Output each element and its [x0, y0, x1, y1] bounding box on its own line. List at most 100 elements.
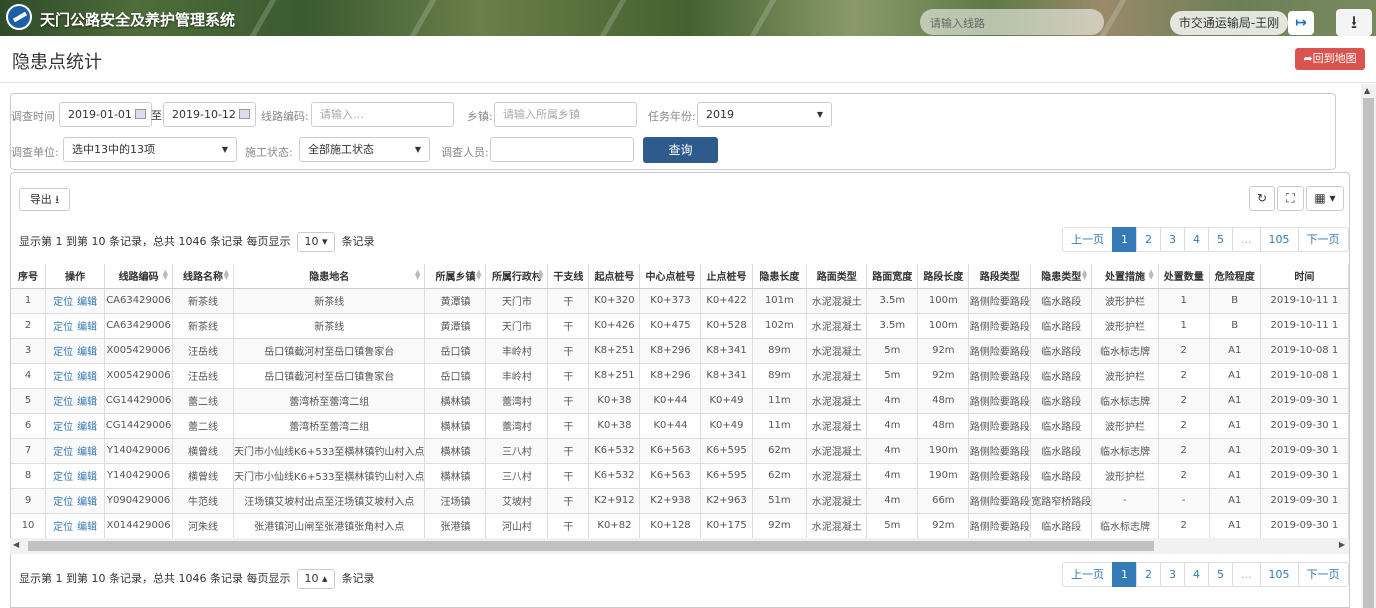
fullscreen-icon[interactable]: ⛶ [1277, 186, 1304, 211]
sort-icon[interactable]: ▲ ▼ [538, 269, 543, 281]
page-2-button[interactable]: 2 [1136, 562, 1161, 587]
column-header[interactable]: 中心点桩号 [639, 264, 702, 289]
calendar-icon[interactable] [239, 109, 250, 119]
date-from-input[interactable]: 2019-01-01 [59, 102, 152, 127]
date-to-input[interactable]: 2019-10-12 [163, 102, 256, 127]
horizontal-scrollbar[interactable]: ◀ ▶ [10, 538, 1349, 554]
sort-icon[interactable]: ▲ ▼ [224, 269, 229, 281]
column-header[interactable]: 止点桩号 [700, 264, 753, 289]
sort-icon[interactable]: ▲ ▼ [1082, 269, 1087, 281]
route-search-input[interactable]: 请输入线路 [920, 9, 1104, 35]
column-header[interactable]: 干支线 [547, 264, 590, 289]
column-header[interactable]: 时间 [1260, 264, 1349, 289]
page-4-button[interactable]: 4 [1184, 562, 1209, 587]
logout-icon[interactable]: ↦ [1288, 11, 1314, 35]
last-page-button[interactable]: 105 [1259, 227, 1299, 252]
refresh-icon[interactable]: ↻ [1249, 186, 1275, 211]
page-5-button[interactable]: 5 [1208, 227, 1233, 252]
next-page-button[interactable]: 下一页 [1297, 227, 1349, 252]
locate-link[interactable]: 定位 [53, 472, 73, 483]
column-header[interactable]: 隐患长度 [752, 264, 808, 289]
route-code-input[interactable]: 请输入... [311, 102, 454, 127]
column-header[interactable]: 所属行政村 ▲ ▼ [485, 264, 549, 289]
column-header[interactable]: 线路名称 ▲ ▼ [172, 264, 235, 289]
page-2-button[interactable]: 2 [1136, 227, 1161, 252]
locate-link[interactable]: 定位 [53, 422, 73, 433]
scroll-up-icon[interactable]: ▲ [1364, 86, 1370, 95]
page-3-button[interactable]: 3 [1160, 227, 1185, 252]
edit-link[interactable]: 编辑 [77, 522, 97, 533]
column-header[interactable]: 路面宽度 [866, 264, 919, 289]
scroll-left-icon[interactable]: ◀ [13, 540, 19, 549]
surveyor-input[interactable] [490, 137, 634, 162]
table-cell: 89m [752, 363, 808, 389]
column-header[interactable]: 隐患地名 ▲ ▼ [233, 264, 426, 289]
locate-link[interactable]: 定位 [53, 297, 73, 308]
edit-link[interactable]: 编辑 [77, 422, 97, 433]
sort-icon[interactable]: ▲ ▼ [476, 269, 481, 281]
sort-icon[interactable]: ▲ ▼ [1148, 269, 1153, 281]
scrollbar-thumb[interactable] [1363, 98, 1374, 608]
table-cell: 岳口镇 [424, 338, 487, 364]
calendar-icon[interactable] [135, 109, 146, 119]
column-header[interactable]: 危险程度 [1209, 264, 1261, 289]
column-header[interactable]: 序号 [11, 264, 47, 289]
construction-select[interactable]: 全部施工状态 ▼ [299, 137, 430, 162]
locate-link[interactable]: 定位 [53, 347, 73, 358]
table-cell: 路侧险要路段 [968, 413, 1032, 439]
download-icon[interactable]: ⭳ [1336, 9, 1372, 36]
locate-link[interactable]: 定位 [53, 497, 73, 508]
user-label[interactable]: 市交通运输局-王刚 [1170, 11, 1288, 35]
page-1-button[interactable]: 1 [1112, 227, 1137, 252]
unit-select[interactable]: 选中13中的13项 ▼ [63, 137, 237, 162]
edit-link[interactable]: 编辑 [77, 497, 97, 508]
column-header[interactable]: 所属乡镇 ▲ ▼ [424, 264, 487, 289]
page-size-select[interactable]: 10 ▾ [296, 232, 335, 252]
table-cell: 1 [1158, 313, 1210, 339]
edit-link[interactable]: 编辑 [77, 322, 97, 333]
edit-link[interactable]: 编辑 [77, 347, 97, 358]
page-size-select[interactable]: 10 ▴ [296, 569, 335, 589]
next-page-button[interactable]: 下一页 [1297, 562, 1349, 587]
page-1-button[interactable]: 1 [1112, 562, 1137, 587]
locate-link[interactable]: 定位 [53, 447, 73, 458]
column-header[interactable]: 处置措施 ▲ ▼ [1091, 264, 1159, 289]
table-cell: 5m [866, 513, 919, 539]
sort-icon[interactable]: ▲ ▼ [163, 269, 168, 281]
locate-link[interactable]: 定位 [53, 372, 73, 383]
page-5-button[interactable]: 5 [1208, 562, 1233, 587]
prev-page-button[interactable]: 上一页 [1062, 562, 1113, 587]
column-header[interactable]: 路段类型 [968, 264, 1032, 289]
column-header[interactable]: 路面类型 [806, 264, 868, 289]
scrollbar-thumb[interactable] [28, 541, 1154, 551]
columns-toggle-button[interactable]: ▦ ▾ [1306, 186, 1344, 211]
scroll-right-icon[interactable]: ▶ [1339, 540, 1345, 549]
column-header[interactable]: 处置数量 [1158, 264, 1210, 289]
column-header[interactable]: 线路编码 ▲ ▼ [104, 264, 173, 289]
edit-link[interactable]: 编辑 [77, 472, 97, 483]
page-4-button[interactable]: 4 [1184, 227, 1209, 252]
edit-link[interactable]: 编辑 [77, 397, 97, 408]
locate-link[interactable]: 定位 [53, 322, 73, 333]
sort-icon[interactable]: ▲ ▼ [415, 269, 420, 281]
last-page-button[interactable]: 105 [1259, 562, 1299, 587]
locate-link[interactable]: 定位 [53, 522, 73, 533]
edit-link[interactable]: 编辑 [77, 297, 97, 308]
edit-link[interactable]: 编辑 [77, 447, 97, 458]
page-3-button[interactable]: 3 [1160, 562, 1185, 587]
export-button[interactable]: 导出 ⭳ [19, 188, 70, 211]
column-header[interactable]: 隐患类型 ▲ ▼ [1030, 264, 1093, 289]
table-cell: 10 [11, 513, 47, 539]
table-cell: 水泥混凝土 [806, 513, 868, 539]
prev-page-button[interactable]: 上一页 [1062, 227, 1113, 252]
locate-link[interactable]: 定位 [53, 397, 73, 408]
column-header[interactable]: 操作 [45, 264, 106, 289]
town-input[interactable]: 请输入所属乡镇 [494, 102, 637, 127]
query-button[interactable]: 查询 [643, 137, 718, 163]
column-header[interactable]: 起点桩号 [588, 264, 641, 289]
edit-link[interactable]: 编辑 [77, 372, 97, 383]
back-to-map-button[interactable]: ➦回到地图 [1295, 48, 1365, 70]
column-header[interactable]: 路段长度 [917, 264, 970, 289]
vertical-scrollbar[interactable]: ▲ [1361, 84, 1376, 608]
year-select[interactable]: 2019 ▼ [697, 102, 832, 127]
